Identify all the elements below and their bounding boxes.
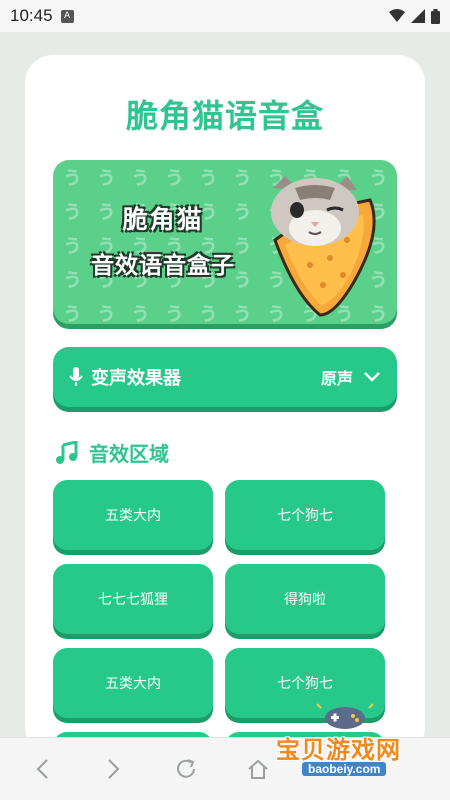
back-button[interactable] — [6, 738, 78, 800]
signal-icon — [411, 9, 425, 23]
status-time: 10:45 — [10, 6, 53, 25]
watermark-text: 宝贝游戏网 — [276, 736, 401, 764]
reload-button[interactable] — [150, 738, 222, 800]
sound-button[interactable]: 五类大内 — [53, 648, 213, 718]
chevron-right-icon — [108, 759, 120, 779]
chevron-down-icon — [364, 372, 380, 382]
cat-chip-illustration — [271, 176, 376, 317]
sound-section-title: 音效区域 — [89, 442, 169, 466]
wifi-icon — [389, 9, 405, 22]
page-title: 脆角猫语音盒 — [125, 97, 324, 135]
voice-effect-selector[interactable]: 变声效果器 原声 — [53, 347, 397, 407]
sound-button[interactable]: 七个狗七 — [225, 480, 385, 550]
watermark-logo: 宝贝游戏网 baobeiy.com — [270, 700, 420, 785]
chevron-left-icon — [36, 759, 48, 779]
status-icons — [389, 8, 440, 24]
gamepad-icon — [316, 703, 374, 729]
voice-effect-label: 变声效果器 — [91, 368, 181, 389]
sound-section-header: 音效区域 — [55, 438, 169, 467]
banner-title: 脆角猫 — [122, 205, 204, 234]
banner: ぅ 脆角猫 音效语音盒子 — [53, 160, 397, 324]
music-note-icon — [56, 440, 78, 464]
status-bar: 10:45 A — [0, 0, 450, 32]
battery-icon — [431, 8, 440, 24]
notification-icon: A — [60, 9, 74, 23]
watermark-url: baobeiy.com — [302, 762, 387, 776]
reload-icon — [177, 759, 195, 778]
banner-subtitle: 音效语音盒子 — [91, 253, 235, 279]
microphone-icon — [69, 367, 83, 386]
main-card: 脆角猫语音盒 ぅ 脆角猫 音效语音盒子 — [25, 55, 425, 755]
sound-button[interactable]: 得狗啦 — [225, 564, 385, 634]
banner-text: 脆角猫 音效语音盒子 — [63, 200, 263, 280]
forward-button[interactable] — [78, 738, 150, 800]
home-icon — [248, 759, 268, 779]
sound-button[interactable]: 五类大内 — [53, 480, 213, 550]
sound-button[interactable]: 七七七狐狸 — [53, 564, 213, 634]
voice-effect-value: 原声 — [320, 369, 353, 388]
